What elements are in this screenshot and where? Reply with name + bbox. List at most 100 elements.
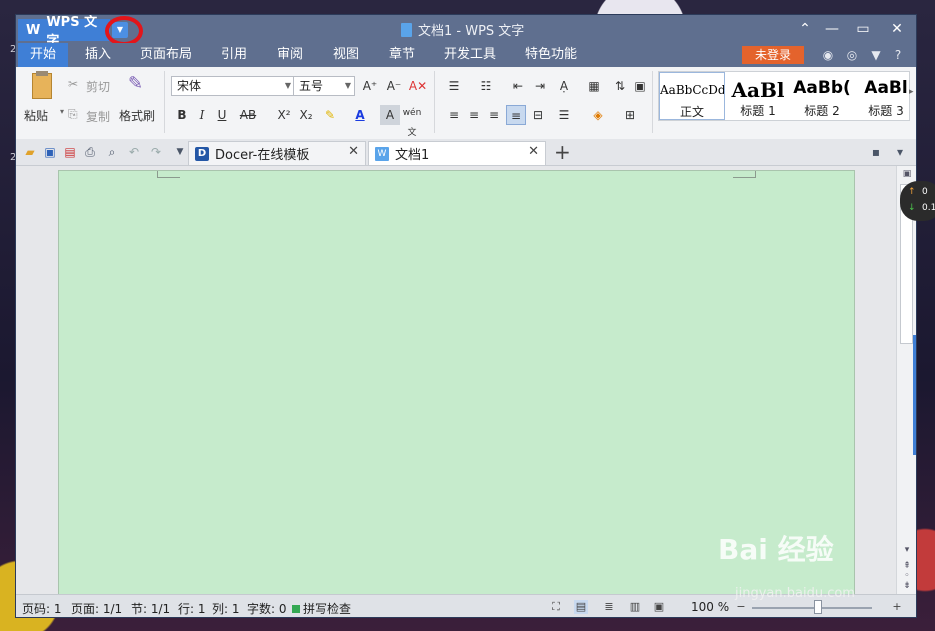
clear-format-icon[interactable]: A✕ (408, 76, 428, 96)
full-screen-icon[interactable]: ⛶ (549, 600, 563, 614)
spell-check-toggle[interactable]: 拼写检查 (292, 600, 351, 617)
open-folder-icon[interactable]: ▰ (22, 144, 38, 160)
zoom-out-icon[interactable]: − (734, 600, 748, 614)
style-heading-2[interactable]: AaBb( 标题 2 (791, 72, 853, 120)
styles-scroll-icon[interactable]: ▸ (909, 87, 914, 97)
undo-icon[interactable]: ↶ (126, 144, 142, 160)
tab-review[interactable]: 审阅 (268, 43, 312, 67)
increase-indent-icon[interactable]: ⇥ (530, 76, 550, 96)
justify-icon[interactable]: ≡ (506, 105, 526, 125)
strikethrough-icon[interactable]: AB (238, 105, 258, 125)
status-section[interactable]: 节: 1/1 (131, 600, 170, 617)
tab-home[interactable]: 开始 (18, 43, 68, 67)
save-icon[interactable]: ▣ (42, 144, 58, 160)
print-preview-icon[interactable]: ⌕ (104, 144, 120, 160)
tab-insert[interactable]: 插入 (74, 43, 122, 67)
close-button[interactable]: ✕ (884, 18, 910, 40)
redo-icon[interactable]: ↷ (148, 144, 164, 160)
table-icon[interactable]: ▦ (584, 76, 604, 96)
align-center-icon[interactable]: ≡ (464, 105, 484, 125)
show-hide-icon[interactable]: ▣ (630, 76, 650, 96)
style-heading-3[interactable]: AaBl 标题 3 (855, 72, 909, 120)
paste-button[interactable]: 粘贴 (24, 107, 48, 124)
status-pages[interactable]: 页面: 1/1 (71, 600, 122, 617)
outline-view-icon[interactable]: ≣ (602, 600, 616, 614)
borders-icon[interactable]: ⊞ (620, 105, 640, 125)
highlight-icon[interactable]: ✎ (320, 105, 340, 125)
shirt-icon[interactable]: ▼ (868, 47, 884, 63)
paste-dropdown-icon[interactable]: ▾ (60, 107, 64, 116)
tab-chapter[interactable]: 章节 (380, 43, 424, 67)
tab-document1[interactable]: W 文档1 ✕ (368, 141, 546, 165)
distributed-icon[interactable]: ⊟ (528, 105, 548, 125)
numbered-list-icon[interactable]: ☷ (476, 76, 496, 96)
align-right-icon[interactable]: ≡ (484, 105, 504, 125)
tab-references[interactable]: 引用 (212, 43, 256, 67)
close-tab-icon[interactable]: ✕ (528, 144, 539, 159)
tab-page-layout[interactable]: 页面布局 (134, 43, 198, 67)
ruler-toggle-icon[interactable]: ▣ (901, 168, 913, 180)
phonetic-guide-icon[interactable]: wén文 (402, 103, 422, 138)
reading-mode-icon[interactable]: ▣ (652, 600, 666, 614)
tab-docer-templates[interactable]: D Docer-在线模板 ✕ (188, 141, 366, 165)
style-preview: AaBb( (793, 78, 851, 98)
ribbon-toggle-icon[interactable]: ⌃ (792, 18, 818, 40)
status-word-count[interactable]: 字数: 0 (247, 600, 287, 617)
shading-icon[interactable]: ◈ (588, 105, 608, 125)
side-panel-handle[interactable] (913, 335, 916, 455)
zoom-slider-thumb[interactable] (814, 600, 822, 614)
bullet-list-icon[interactable]: ☰ (444, 76, 464, 96)
scroll-down-icon[interactable]: ▾ (901, 544, 913, 556)
style-normal[interactable]: AaBbCcDd 正文 (659, 72, 725, 120)
skin-icon[interactable]: ◉ (820, 47, 836, 63)
cut-icon[interactable]: ✂ (68, 77, 78, 91)
format-painter-icon[interactable]: ✎ (128, 73, 143, 94)
font-name-select[interactable]: 宋体 ▼ (171, 76, 295, 96)
tab-view[interactable]: 视图 (324, 43, 368, 67)
superscript-icon[interactable]: X² (274, 105, 294, 125)
export-pdf-icon[interactable]: ▤ (62, 144, 78, 160)
zoom-level[interactable]: 100 % (691, 600, 729, 614)
close-tab-icon[interactable]: ✕ (348, 144, 359, 159)
subscript-icon[interactable]: X₂ (296, 105, 316, 125)
next-page-icon[interactable]: ⇟ (901, 580, 913, 592)
tab-special-features[interactable]: 特色功能 (516, 43, 586, 67)
app-menu-button[interactable]: W WPS 文字 (18, 15, 110, 49)
format-painter-button[interactable]: 格式刷 (119, 107, 155, 124)
help-icon[interactable]: ? (890, 47, 906, 63)
font-color-icon[interactable]: A (350, 105, 370, 125)
share-icon[interactable]: ◎ (844, 47, 860, 63)
tab-list-icon[interactable]: ▪ (868, 144, 884, 160)
shrink-font-icon[interactable]: A⁻ (384, 76, 404, 96)
page-view-icon[interactable]: ▤ (574, 600, 588, 614)
line-spacing-icon[interactable]: ☰ (554, 105, 574, 125)
font-size-select[interactable]: 五号 ▼ (293, 76, 355, 96)
tab-menu-icon[interactable]: ▾ (892, 144, 908, 160)
paste-icon[interactable] (32, 71, 52, 99)
copy-button[interactable]: 复制 (86, 108, 110, 125)
decrease-indent-icon[interactable]: ⇤ (508, 76, 528, 96)
login-button[interactable]: 未登录 (742, 46, 804, 64)
zoom-slider-track[interactable] (752, 607, 872, 609)
sort-icon[interactable]: ⇅ (610, 76, 630, 96)
customize-dropdown-icon[interactable]: ▼ (172, 144, 188, 160)
status-page-number[interactable]: 页码: 1 (22, 600, 62, 617)
copy-icon[interactable]: ⎘ (68, 107, 78, 122)
minimize-button[interactable]: — (819, 18, 845, 40)
zoom-in-icon[interactable]: + (890, 600, 904, 614)
new-tab-button[interactable]: + (554, 141, 571, 163)
grow-font-icon[interactable]: A⁺ (360, 76, 380, 96)
italic-icon[interactable]: I (192, 105, 212, 125)
text-direction-icon[interactable]: Ạ (554, 76, 574, 96)
network-speed-widget[interactable]: ↑ 0 ↓ 0.1 (900, 181, 935, 221)
align-left-icon[interactable]: ≡ (444, 105, 464, 125)
char-shading-icon[interactable]: A (380, 105, 400, 125)
tab-developer[interactable]: 开发工具 (436, 43, 504, 67)
maximize-button[interactable]: ▭ (850, 18, 876, 40)
web-view-icon[interactable]: ▥ (628, 600, 642, 614)
cut-button[interactable]: 剪切 (86, 78, 110, 95)
style-heading-1[interactable]: AaBl 标题 1 (727, 72, 789, 120)
underline-icon[interactable]: U (212, 105, 232, 125)
print-icon[interactable]: ⎙ (82, 144, 98, 160)
bold-icon[interactable]: B (172, 105, 192, 125)
